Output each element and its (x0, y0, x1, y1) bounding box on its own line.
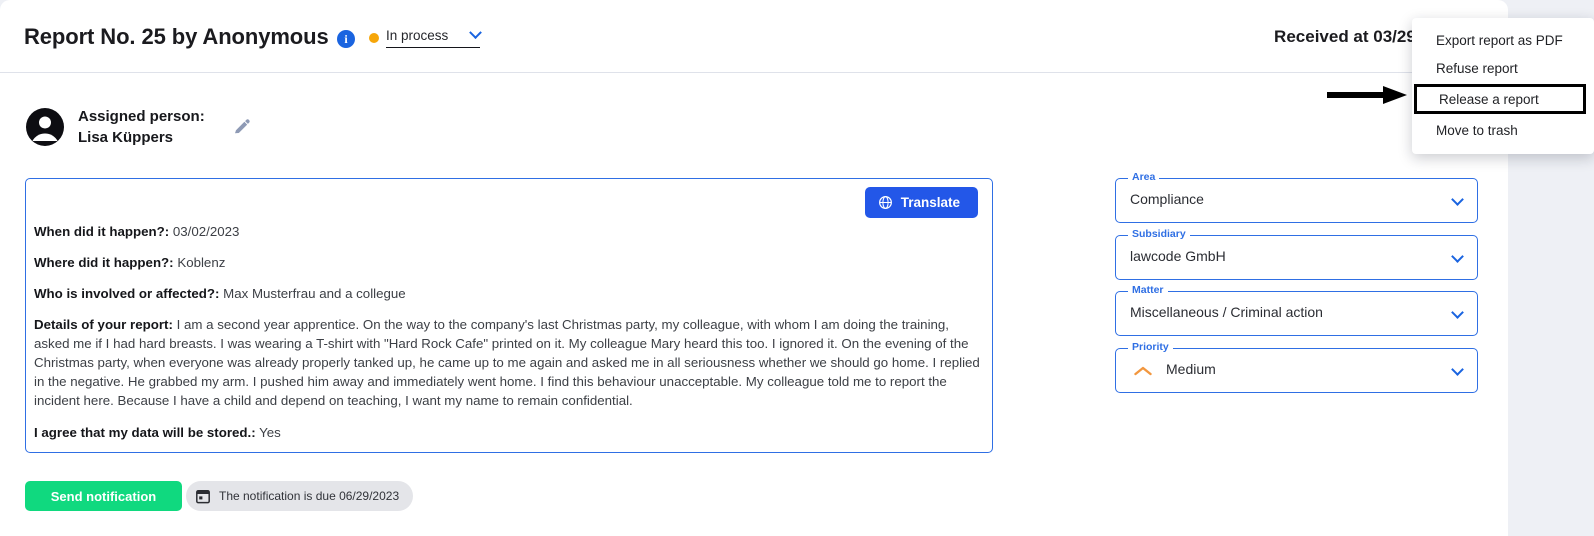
chevron-down-icon (1451, 363, 1464, 376)
report-detail-card: Report No. 25 by Anonymous i In process … (0, 0, 1508, 536)
priority-medium-icon (1134, 366, 1152, 376)
user-avatar-icon (26, 108, 64, 146)
info-icon[interactable]: i (337, 30, 355, 48)
entry-question: Details of your report: (34, 317, 173, 332)
status-dot (369, 33, 379, 43)
entry-question: Who is involved or affected?: (34, 286, 220, 301)
chevron-down-icon (1451, 250, 1464, 263)
globe-icon (878, 196, 892, 209)
entry-question: Where did it happen?: (34, 255, 174, 270)
send-notification-button[interactable]: Send notification (25, 481, 182, 511)
assigned-person-caption: Assigned person: (78, 108, 205, 125)
area-value: Compliance (1130, 191, 1204, 207)
chevron-down-icon (1451, 193, 1464, 206)
report-entry: When did it happen?: 03/02/2023 (34, 222, 983, 241)
report-entry: I agree that my data will be stored.: Ye… (34, 423, 983, 442)
entry-question: I agree that my data will be stored.: (34, 425, 256, 440)
priority-value: Medium (1166, 361, 1216, 377)
assigned-person-text: Assigned person: Lisa Küppers (78, 106, 205, 148)
received-date: Received at 03/29/2 (1274, 27, 1430, 46)
chevron-down-icon (1451, 306, 1464, 319)
matter-select[interactable]: Matter Miscellaneous / Criminal action (1115, 284, 1478, 336)
report-entry-details: Details of your report: I am a second ye… (34, 315, 983, 410)
calendar-icon (196, 489, 210, 503)
entry-answer: Max Musterfrau and a collegue (219, 286, 406, 301)
entry-answer: Koblenz (173, 255, 226, 270)
assigned-person-block: Assigned person: Lisa Küppers (26, 106, 250, 148)
entry-answer: I am a second year apprentice. On the wa… (34, 317, 980, 408)
priority-label: Priority (1128, 341, 1173, 353)
report-entry: Who is involved or affected?: Max Muster… (34, 284, 983, 303)
report-content-box: Translate When did it happen?: 03/02/202… (25, 178, 993, 453)
pencil-icon[interactable] (233, 118, 250, 136)
assigned-person-name: Lisa Küppers (78, 129, 174, 146)
app-root: Report No. 25 by Anonymous i In process … (0, 0, 1594, 536)
area-select[interactable]: Area Compliance (1115, 171, 1478, 223)
area-label: Area (1128, 171, 1160, 183)
matter-label: Matter (1128, 284, 1168, 296)
menu-item-export-pdf[interactable]: Export report as PDF (1412, 26, 1594, 54)
notification-due-badge: The notification is due 06/29/2023 (186, 481, 414, 511)
notification-due-text: The notification is due 06/29/2023 (219, 489, 400, 503)
chevron-down-icon (469, 26, 482, 40)
priority-select[interactable]: Priority Medium (1115, 341, 1478, 393)
translate-label: Translate (900, 195, 960, 210)
entry-question: When did it happen?: (34, 224, 170, 239)
translate-button[interactable]: Translate (864, 187, 978, 218)
menu-item-release-report[interactable]: Release a report (1414, 84, 1586, 114)
status-field[interactable]: In process (386, 26, 482, 48)
subsidiary-select[interactable]: Subsidiary lawcode GmbH (1115, 228, 1478, 280)
page-header: Report No. 25 by Anonymous i In process … (0, 0, 1508, 73)
subsidiary-value: lawcode GmbH (1130, 248, 1226, 264)
entry-answer: Yes (255, 425, 281, 440)
status-dropdown[interactable]: In process (369, 26, 482, 48)
menu-item-refuse-report[interactable]: Refuse report (1412, 54, 1594, 82)
matter-value: Miscellaneous / Criminal action (1130, 304, 1323, 320)
report-entry: Where did it happen?: Koblenz (34, 253, 983, 272)
page-title: Report No. 25 by Anonymous (24, 24, 329, 49)
subsidiary-label: Subsidiary (1128, 228, 1190, 240)
status-label: In process (386, 28, 449, 43)
header-divider (0, 72, 1508, 73)
annotation-arrow (1327, 86, 1407, 104)
entry-answer: 03/02/2023 (169, 224, 240, 239)
report-actions-menu: Export report as PDF Refuse report Relea… (1412, 18, 1594, 154)
menu-item-move-to-trash[interactable]: Move to trash (1412, 116, 1594, 144)
